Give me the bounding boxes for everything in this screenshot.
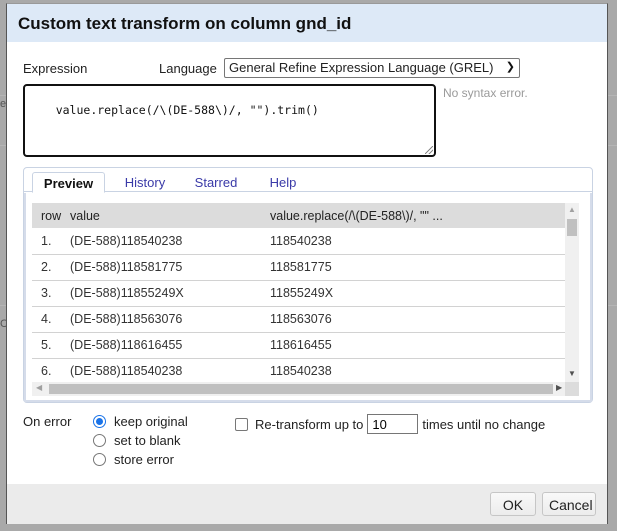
scroll-up-icon[interactable]: ▲ [568, 205, 576, 214]
expression-input[interactable]: value.replace(/\(DE-588\)/, "").trim() [23, 84, 436, 157]
radio-store-error[interactable]: store error [93, 452, 174, 467]
table-row: 6. (DE-588)118540238 118540238 [32, 358, 565, 382]
scroll-down-icon[interactable]: ▼ [568, 369, 576, 378]
radio-label: store error [114, 452, 174, 467]
horizontal-scrollbar[interactable]: ◀ ▶ [32, 382, 579, 396]
cell-value: (DE-588)118581775 [70, 254, 270, 281]
cell-result: 118581775 [270, 254, 565, 281]
retransform-checkbox[interactable] [235, 417, 248, 431]
scroll-right-icon[interactable]: ▶ [556, 383, 562, 392]
cell-value: (DE-588)11855249X [70, 280, 270, 307]
vertical-scroll-thumb[interactable] [567, 219, 577, 236]
cancel-button[interactable]: Cancel [542, 492, 596, 516]
preview-table: row value value.replace(/\(DE-588\)/, ""… [32, 203, 565, 382]
cell-result: 118616455 [270, 332, 565, 359]
cell-value: (DE-588)118540238 [70, 358, 270, 382]
column-header-value: value [70, 203, 270, 228]
cell-value: (DE-588)118563076 [70, 306, 270, 333]
preview-table-container: row value value.replace(/\(DE-588\)/, ""… [32, 203, 565, 382]
table-row: 3. (DE-588)11855249X 11855249X [32, 280, 565, 307]
row-number: 3. [32, 280, 70, 307]
custom-text-transform-dialog: Custom text transform on column gnd_id E… [6, 3, 608, 524]
language-select[interactable]: General Refine Expression Language (GREL… [224, 58, 520, 78]
row-number: 2. [32, 254, 70, 281]
tab-bar: Preview History Starred Help [24, 168, 592, 193]
table-row: 4. (DE-588)118563076 118563076 [32, 306, 565, 333]
radio-button[interactable] [93, 434, 106, 447]
scrollbar-corner [565, 382, 579, 396]
radio-label: set to blank [114, 433, 181, 448]
vertical-scrollbar[interactable]: ▲ ▼ [565, 203, 579, 382]
dialog-footer: OK Cancel [7, 484, 607, 524]
cell-result: 11855249X [270, 280, 565, 307]
dialog-title: Custom text transform on column gnd_id [7, 4, 607, 42]
tab-history[interactable]: History [116, 172, 174, 193]
column-header-result: value.replace(/\(DE-588\)/, "" ... [270, 203, 565, 228]
tab-preview[interactable]: Preview [32, 172, 105, 193]
radio-button[interactable] [93, 453, 106, 466]
syntax-status: No syntax error. [443, 86, 528, 100]
cell-value: (DE-588)118616455 [70, 332, 270, 359]
row-number: 4. [32, 306, 70, 333]
row-number: 6. [32, 358, 70, 382]
retransform-option: Re-transform up to times until no change [235, 414, 545, 434]
horizontal-scroll-thumb[interactable] [49, 384, 553, 394]
resize-grip-icon[interactable] [425, 146, 433, 154]
tab-starred[interactable]: Starred [187, 172, 245, 193]
on-error-label: On error [23, 414, 72, 429]
cell-value: (DE-588)118540238 [70, 228, 270, 255]
expression-label: Expression [23, 61, 88, 76]
preview-tab-content: row value value.replace(/\(DE-588\)/, ""… [24, 193, 592, 402]
cell-result: 118563076 [270, 306, 565, 333]
table-row: 1. (DE-588)118540238 118540238 [32, 228, 565, 255]
retransform-label-after: times until no change [422, 416, 546, 432]
ok-button[interactable]: OK [490, 492, 536, 516]
row-number: 5. [32, 332, 70, 359]
expression-code: value.replace(/\(DE-588\)/, "").trim() [55, 103, 319, 117]
tabs-panel: Preview History Starred Help row value v… [23, 167, 593, 403]
table-row: 5. (DE-588)118616455 118616455 [32, 332, 565, 359]
radio-set-to-blank[interactable]: set to blank [93, 433, 181, 448]
table-row: 2. (DE-588)118581775 118581775 [32, 254, 565, 281]
scroll-left-icon[interactable]: ◀ [36, 383, 42, 392]
language-label: Language [159, 61, 217, 76]
radio-button[interactable] [93, 415, 106, 428]
radio-label: keep original [114, 414, 188, 429]
column-header-row: row [32, 203, 70, 228]
chevron-down-icon: ❯ [505, 61, 515, 73]
table-header-row: row value value.replace(/\(DE-588\)/, ""… [32, 203, 565, 228]
language-selected-value: General Refine Expression Language (GREL… [229, 60, 494, 75]
tab-help[interactable]: Help [258, 172, 308, 193]
row-number: 1. [32, 228, 70, 255]
cell-result: 118540238 [270, 228, 565, 255]
cell-result: 118540238 [270, 358, 565, 382]
retransform-count-input[interactable] [367, 414, 419, 434]
radio-keep-original[interactable]: keep original [93, 414, 188, 429]
retransform-label-before: Re-transform up to [255, 416, 364, 432]
